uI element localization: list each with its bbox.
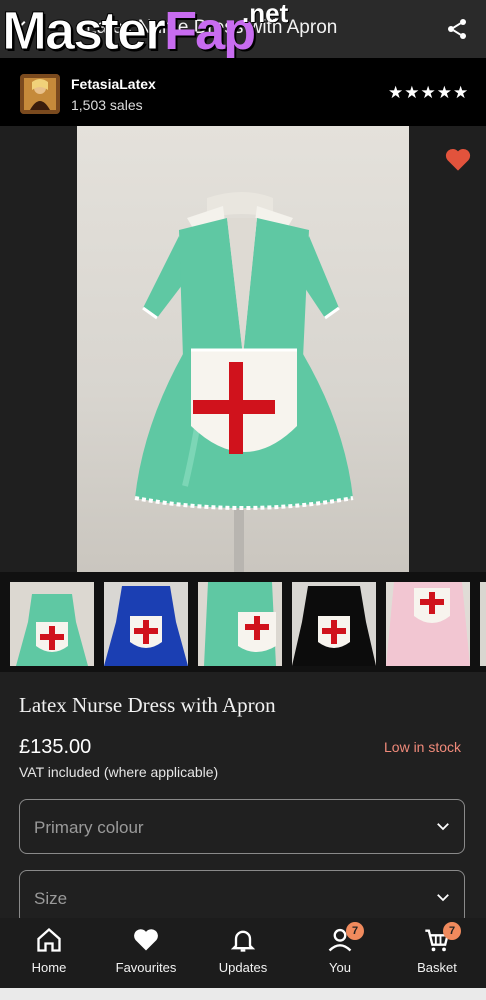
shop-sales: 1,503 sales [71,97,143,113]
nav-favourites[interactable]: Favourites [106,924,186,980]
system-bar [0,988,486,1000]
thumbnail-4[interactable] [292,582,376,666]
shop-avatar[interactable] [20,74,60,114]
share-icon [448,19,466,39]
thumbnail-5[interactable] [386,582,470,666]
nav-home-label: Home [31,960,67,975]
nav-you[interactable]: 7 You [300,922,380,980]
nav-updates-label: Updates [218,960,268,975]
heart-icon [134,929,158,951]
nav-home[interactable]: Home [9,924,89,980]
primary-colour-select[interactable]: Primary colour [19,799,465,854]
nav-favourites-label: Favourites [115,960,177,975]
back-button[interactable] [0,8,44,50]
nav-you-label: You [329,960,351,975]
shop-name[interactable]: FetasiaLatex [71,76,156,92]
product-title: Latex Nurse Dress with Apron [19,693,276,717]
stock-status: Low in stock [384,739,462,755]
you-badge: 7 [346,922,364,940]
size-label: Size [34,889,68,908]
thumbnail-3[interactable] [198,582,282,666]
heart-icon [445,148,471,171]
basket-badge: 7 [443,922,461,940]
product-image[interactable] [77,126,409,572]
nav-basket[interactable]: 7 Basket [397,922,477,980]
back-arrow-icon [15,20,26,38]
page-title: Latex Nurse Dress with Apron [86,17,338,38]
primary-colour-label: Primary colour [34,818,144,837]
chevron-down-icon [437,894,449,902]
product-price: £135.00 [19,736,92,758]
size-select[interactable]: Size [19,870,465,925]
vat-note: VAT included (where applicable) [19,764,219,780]
bell-icon [230,930,256,952]
thumbnail-1[interactable] [10,582,94,666]
home-icon [37,927,61,952]
chevron-down-icon [437,823,449,831]
star-rating: ★★★★★ [388,83,470,102]
thumbnail-2[interactable] [104,582,188,666]
nav-basket-label: Basket [417,960,457,975]
favourite-button[interactable] [444,146,474,174]
share-button[interactable] [440,12,474,46]
nav-updates[interactable]: Updates [203,924,283,980]
thumbnail-6-partial[interactable] [480,582,486,666]
